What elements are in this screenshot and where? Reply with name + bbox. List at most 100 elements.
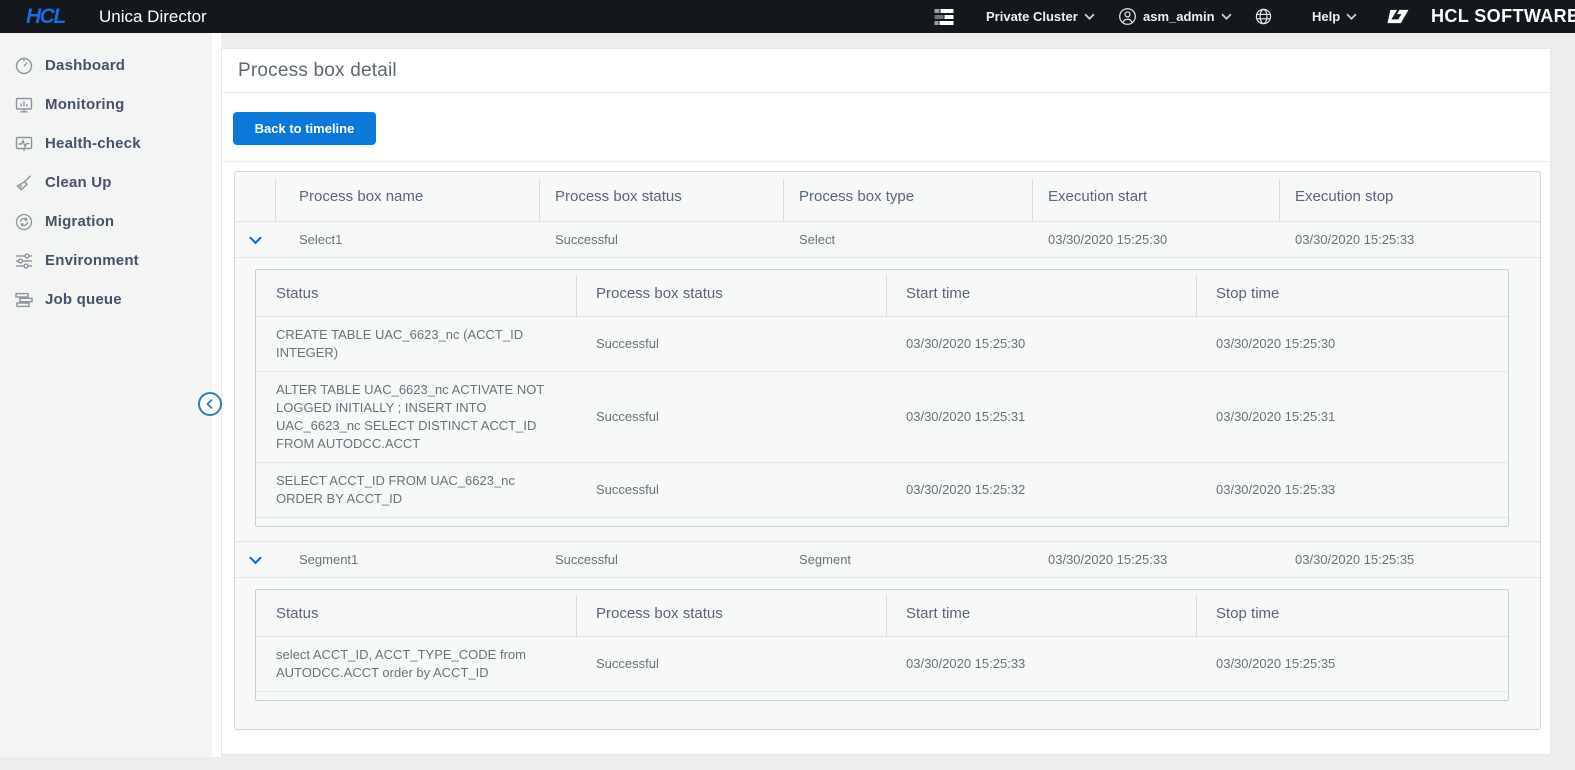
job-queue-icon	[14, 290, 34, 310]
clean-up-broom-icon	[14, 173, 34, 193]
page-title-bar: Process box detail	[222, 49, 1550, 93]
migration-icon	[14, 212, 34, 232]
sidebar-item-label: Environment	[45, 252, 139, 269]
detail-row: ALTER TABLE UAC_6623_nc ACTIVATE NOT LOG…	[256, 372, 1508, 463]
cell-process-box-status: Successful	[555, 552, 618, 567]
column-header-process-box-name: Process box name	[275, 172, 539, 221]
cell-start-time: 03/30/2020 15:25:30	[906, 336, 1026, 351]
app-title: Unica Director	[99, 6, 207, 26]
sidebar-item-environment[interactable]: Environment	[0, 241, 212, 280]
column-header-process-box-status: Process box status	[539, 172, 783, 221]
process-row-select1: Select1 Successful Select 03/30/2020 15:…	[235, 221, 1540, 258]
user-avatar-icon	[1118, 7, 1137, 26]
sidebar-item-clean-up[interactable]: Clean Up	[0, 163, 212, 202]
chevron-down-icon	[1346, 13, 1357, 20]
toolbar-divider	[222, 161, 1550, 162]
language-globe-icon[interactable]	[1254, 0, 1273, 33]
hcl-software-logo: HCL SOFTWARE	[1384, 0, 1575, 33]
cell-stop-time: 03/30/2020 15:25:31	[1216, 409, 1336, 424]
column-header-process-box-type: Process box type	[783, 172, 1032, 221]
process-row-segment1: Segment1 Successful Segment 03/30/2020 1…	[235, 541, 1540, 578]
cell-execution-start: 03/30/2020 15:25:33	[1048, 552, 1168, 567]
chevron-left-icon	[205, 398, 215, 410]
cluster-dropdown[interactable]: Private Cluster	[986, 0, 1095, 33]
cell-box-status: Successful	[596, 656, 659, 671]
sidebar-collapse-button[interactable]	[198, 392, 222, 416]
sidebar-item-label: Job queue	[45, 291, 122, 308]
detail-row: CREATE TABLE UAC_6623_nc (ACCT_ID INTEGE…	[256, 317, 1508, 372]
cell-start-time: 03/30/2020 15:25:33	[906, 656, 1026, 671]
collapse-row-chevron-icon[interactable]	[248, 555, 263, 565]
monitoring-icon	[14, 95, 34, 115]
column-header-stop-time: Stop time	[1196, 590, 1508, 636]
detail-table-segment1: Status Process box status Start time Sto…	[255, 589, 1509, 701]
expand-cell	[235, 555, 275, 565]
collapse-row-chevron-icon[interactable]	[248, 235, 263, 245]
user-menu[interactable]: asm_admin	[1118, 0, 1232, 33]
app-switcher-icon[interactable]	[933, 0, 956, 33]
cell-box-status: Successful	[596, 482, 659, 497]
detail-table-header: Status Process box status Start time Sto…	[256, 590, 1508, 637]
column-header-start-time: Start time	[886, 590, 1196, 636]
cell-process-box-type: Select	[799, 232, 836, 247]
sidebar-item-health-check[interactable]: Health-check	[0, 124, 212, 163]
sidebar-item-label: Migration	[45, 213, 115, 230]
dashboard-icon	[14, 56, 34, 76]
cell-execution-start: 03/30/2020 15:25:30	[1048, 232, 1168, 247]
sidebar-item-label: Dashboard	[45, 57, 126, 74]
company-name: HCL SOFTWARE	[1431, 6, 1575, 26]
cell-stop-time: 03/30/2020 15:25:30	[1216, 336, 1336, 351]
column-header-start-time: Start time	[886, 270, 1196, 316]
sidebar-item-label: Health-check	[45, 135, 141, 152]
process-table-header: Process box name Process box status Proc…	[235, 172, 1540, 221]
cell-process-box-status: Successful	[555, 232, 618, 247]
back-to-timeline-button[interactable]: Back to timeline	[233, 112, 376, 145]
sidebar-navigation: Dashboard Monitoring Health-check Clean …	[0, 33, 212, 757]
sidebar-item-label: Clean Up	[45, 174, 112, 191]
toolbar: Back to timeline	[222, 93, 1550, 145]
help-menu[interactable]: Help	[1312, 0, 1357, 33]
cell-stop-time: 03/30/2020 15:25:35	[1216, 656, 1336, 671]
sidebar-item-label: Monitoring	[45, 96, 125, 113]
main-content: Process box detail Back to timeline Proc…	[221, 48, 1551, 755]
detail-table-header: Status Process box status Start time Sto…	[256, 270, 1508, 317]
column-header-execution-start: Execution start	[1032, 172, 1279, 221]
cell-execution-stop: 03/30/2020 15:25:35	[1295, 552, 1415, 567]
detail-row: select ACCT_ID, ACCT_TYPE_CODE from AUTO…	[256, 637, 1508, 692]
hcl-brand-logo: HCL	[26, 4, 66, 28]
sidebar-item-dashboard[interactable]: Dashboard	[0, 46, 212, 85]
cell-process-box-type: Segment	[799, 552, 852, 567]
expand-cell	[235, 235, 275, 245]
chevron-down-icon	[1084, 13, 1095, 20]
cluster-label: Private Cluster	[986, 9, 1078, 24]
chevron-down-icon	[1221, 13, 1232, 20]
sidebar-item-monitoring[interactable]: Monitoring	[0, 85, 212, 124]
process-box-table: Process box name Process box status Proc…	[234, 171, 1541, 730]
expand-column-header	[235, 172, 275, 221]
sidebar-item-job-queue[interactable]: Job queue	[0, 280, 212, 319]
cell-status-sql: select ACCT_ID, ACCT_TYPE_CODE from AUTO…	[276, 647, 526, 680]
environment-sliders-icon	[14, 251, 34, 271]
health-check-icon	[14, 134, 34, 154]
cell-box-status: Successful	[596, 409, 659, 424]
detail-table-select1: Status Process box status Start time Sto…	[255, 269, 1509, 527]
sidebar-item-migration[interactable]: Migration	[0, 202, 212, 241]
cell-box-status: Successful	[596, 336, 659, 351]
help-label: Help	[1312, 9, 1341, 24]
column-header-process-box-status: Process box status	[576, 270, 886, 316]
hcl-software-glyph-icon	[1384, 6, 1412, 27]
page-title: Process box detail	[238, 59, 397, 81]
cell-stop-time: 03/30/2020 15:25:33	[1216, 482, 1336, 497]
cell-status-sql: ALTER TABLE UAC_6623_nc ACTIVATE NOT LOG…	[276, 382, 545, 451]
cell-start-time: 03/30/2020 15:25:32	[906, 482, 1026, 497]
column-header-status: Status	[276, 604, 319, 622]
detail-row: SELECT ACCT_ID FROM UAC_6623_nc ORDER BY…	[256, 463, 1508, 518]
cell-status-sql: SELECT ACCT_ID FROM UAC_6623_nc ORDER BY…	[276, 473, 515, 506]
column-header-status: Status	[276, 284, 319, 302]
cell-start-time: 03/30/2020 15:25:31	[906, 409, 1026, 424]
cell-execution-stop: 03/30/2020 15:25:33	[1295, 232, 1415, 247]
column-header-execution-stop: Execution stop	[1279, 172, 1540, 221]
top-navigation-bar: HCL Unica Director Private Cluster asm_a…	[0, 0, 1575, 33]
column-header-stop-time: Stop time	[1196, 270, 1508, 316]
cell-status-sql: CREATE TABLE UAC_6623_nc (ACCT_ID INTEGE…	[276, 327, 524, 360]
